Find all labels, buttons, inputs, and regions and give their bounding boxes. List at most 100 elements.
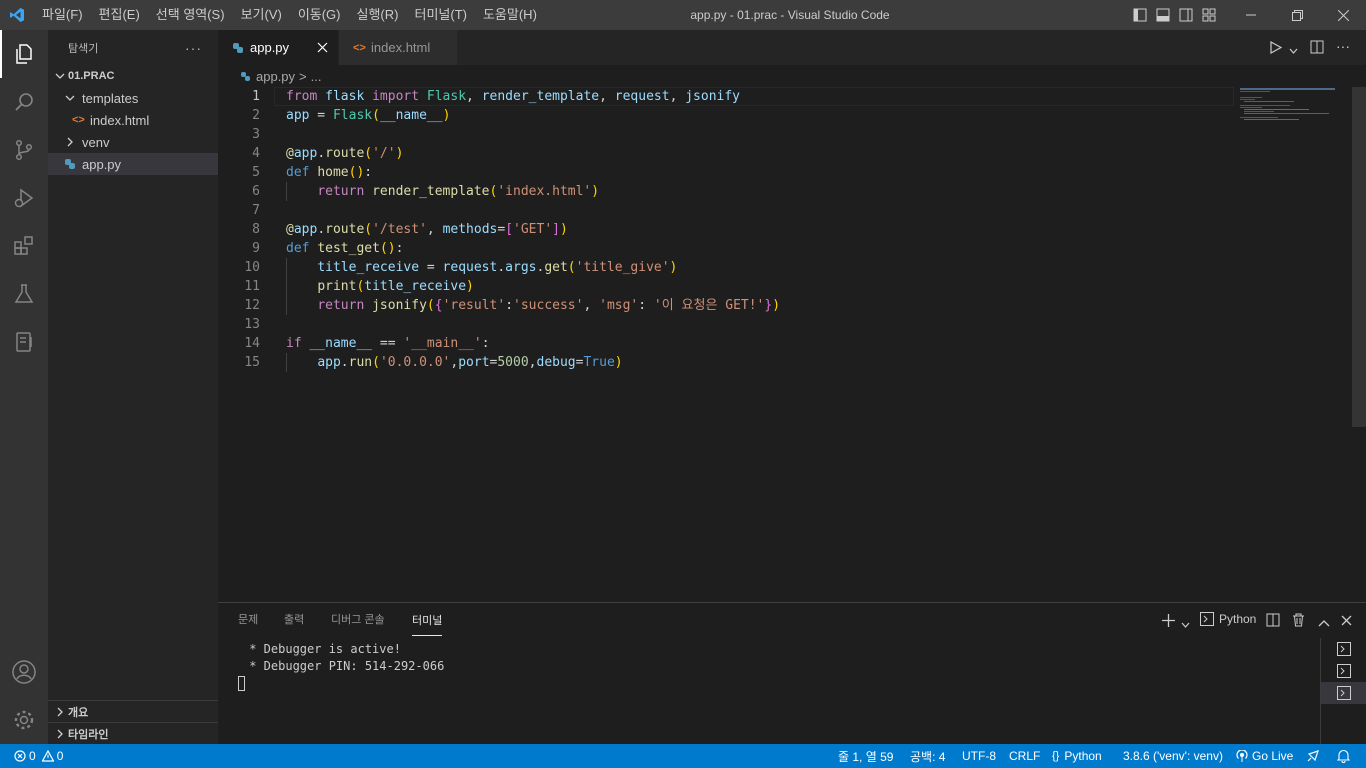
workspace-root[interactable]: 01.PRAC: [48, 65, 218, 87]
split-terminal-icon[interactable]: [1266, 613, 1280, 630]
run-debug-icon[interactable]: [0, 174, 48, 222]
python-interpreter[interactable]: 3.8.6 ('venv': venv): [1123, 744, 1223, 768]
file-app-py[interactable]: app.py: [48, 153, 218, 175]
braces-icon: {}: [1052, 750, 1060, 762]
terminal-instance-icon[interactable]: [1321, 682, 1366, 704]
account-icon[interactable]: [0, 648, 48, 696]
code-line[interactable]: app.run('0.0.0.0',port=5000,debug=True): [286, 353, 622, 372]
menu-terminal[interactable]: 터미널(T): [406, 0, 474, 30]
settings-gear-icon[interactable]: [0, 696, 48, 744]
code-line[interactable]: from flask import Flask, render_template…: [286, 87, 740, 106]
menu-help[interactable]: 도움말(H): [475, 0, 545, 30]
notifications-bell-icon[interactable]: [1337, 744, 1350, 768]
code-line[interactable]: @app.route('/'): [286, 144, 403, 163]
file-index-html[interactable]: <> index.html: [48, 109, 218, 131]
terminal-dropdown-icon[interactable]: [1181, 617, 1190, 632]
outline-section[interactable]: 개요: [48, 700, 218, 722]
vertical-scrollbar[interactable]: [1352, 87, 1366, 427]
close-tab-icon[interactable]: [317, 41, 328, 56]
timeline-section[interactable]: 타임라인: [48, 722, 218, 744]
code-editor[interactable]: 1 2 3 4 5 6 7 8 9 10 11 12 13 14 15 from flask import …: [218, 87, 1366, 602]
extensions-icon[interactable]: [0, 222, 48, 270]
go-live-button[interactable]: Go Live: [1236, 744, 1293, 768]
line-ending[interactable]: CRLF: [1009, 744, 1040, 768]
tab-index-html[interactable]: <> index.html: [339, 30, 457, 65]
line-number: 13: [244, 317, 260, 332]
code-line[interactable]: def home():: [286, 163, 372, 182]
terminal-shell-selector[interactable]: Python: [1200, 612, 1256, 626]
terminal-instance-icon[interactable]: [1321, 660, 1366, 682]
code-line[interactable]: app = Flask(__name__): [286, 106, 450, 125]
source-control-icon[interactable]: [0, 126, 48, 174]
toggle-secondary-sidebar-icon[interactable]: [1174, 0, 1197, 30]
folder-templates[interactable]: templates: [48, 87, 218, 109]
breadcrumb: app.py > ...: [218, 65, 1366, 87]
folder-venv[interactable]: venv: [48, 131, 218, 153]
timeline-label: 타임라인: [68, 728, 109, 741]
terminal-instance-icon[interactable]: [1321, 638, 1366, 660]
code-line[interactable]: if __name__ == '__main__':: [286, 334, 490, 353]
explorer-icon[interactable]: [0, 30, 48, 78]
line-number: 6: [252, 184, 260, 199]
more-actions-icon[interactable]: ···: [185, 40, 202, 56]
go-live-label: Go Live: [1252, 749, 1294, 763]
vscode-logo-icon: [0, 0, 34, 30]
tab-debug-console[interactable]: 디버그 콘솔: [331, 603, 385, 638]
tab-problems[interactable]: 문제: [238, 603, 258, 638]
chevron-down-icon: [62, 93, 78, 103]
tab-app-py[interactable]: app.py: [218, 30, 338, 65]
toggle-sidebar-icon[interactable]: [1128, 0, 1151, 30]
menu-file[interactable]: 파일(F): [34, 0, 91, 30]
problems-status[interactable]: 0 0: [14, 744, 63, 768]
line-number: 9: [252, 241, 260, 256]
code-line[interactable]: print(title_receive): [286, 277, 474, 296]
menu-selection[interactable]: 선택 영역(S): [148, 0, 233, 30]
split-editor-icon[interactable]: [1310, 40, 1324, 57]
line-number: 5: [252, 165, 260, 180]
toggle-panel-icon[interactable]: [1151, 0, 1174, 30]
minimap[interactable]: [1238, 87, 1353, 127]
kill-terminal-trash-icon[interactable]: [1292, 613, 1305, 630]
tab-output[interactable]: 출력: [284, 603, 304, 638]
warning-count: 0: [56, 749, 64, 763]
indentation[interactable]: 공백: 4: [910, 744, 945, 768]
search-icon[interactable]: [0, 78, 48, 126]
code-line[interactable]: return render_template('index.html'): [286, 182, 599, 201]
warning-icon: [41, 750, 54, 762]
line-number: 10: [244, 260, 260, 275]
menu-edit[interactable]: 편집(E): [91, 0, 148, 30]
language-mode[interactable]: {} Python: [1052, 744, 1102, 768]
encoding[interactable]: UTF-8: [962, 744, 996, 768]
bottom-panel: 문제 출력 디버그 콘솔 터미널 Python * Debugger is ac…: [218, 602, 1366, 745]
breadcrumb-symbols[interactable]: ...: [311, 69, 322, 84]
editor-more-actions-icon[interactable]: ···: [1336, 38, 1350, 54]
testing-flask-icon[interactable]: [0, 270, 48, 318]
feedback-icon[interactable]: [1306, 744, 1320, 768]
breadcrumb-file[interactable]: app.py: [256, 69, 295, 84]
terminal-cursor[interactable]: [238, 676, 245, 691]
menu-view[interactable]: 보기(V): [233, 0, 290, 30]
code-line[interactable]: def test_get():: [286, 239, 403, 258]
customize-layout-icon[interactable]: [1197, 0, 1220, 30]
line-number: 8: [252, 222, 260, 237]
run-python-file-icon[interactable]: [1270, 40, 1283, 57]
code-line[interactable]: title_receive = request.args.get('title_…: [286, 258, 677, 277]
close-panel-icon[interactable]: [1341, 614, 1352, 629]
restore-icon[interactable]: [1274, 0, 1320, 30]
terminal-output-line: * Debugger PIN: 514-292-066: [242, 659, 445, 673]
terminal-shell-name: Python: [1219, 612, 1257, 626]
code-line[interactable]: return jsonify({'result':'success', 'msg…: [286, 296, 780, 315]
remote-explorer-icon[interactable]: [0, 318, 48, 366]
menu-run[interactable]: 실행(R): [349, 0, 407, 30]
maximize-panel-icon[interactable]: [1318, 615, 1330, 630]
run-dropdown-icon[interactable]: [1289, 43, 1298, 58]
minimize-icon[interactable]: [1228, 0, 1274, 30]
new-terminal-plus-icon[interactable]: [1162, 614, 1175, 630]
close-icon[interactable]: [1320, 0, 1366, 30]
menu-go[interactable]: 이동(G): [290, 0, 349, 30]
line-number: 14: [244, 336, 260, 351]
cursor-position[interactable]: 줄 1, 열 59: [838, 744, 893, 768]
code-line[interactable]: @app.route('/test', methods=['GET']): [286, 220, 568, 239]
terminal-list: [1320, 638, 1366, 745]
tab-terminal[interactable]: 터미널: [412, 606, 443, 636]
